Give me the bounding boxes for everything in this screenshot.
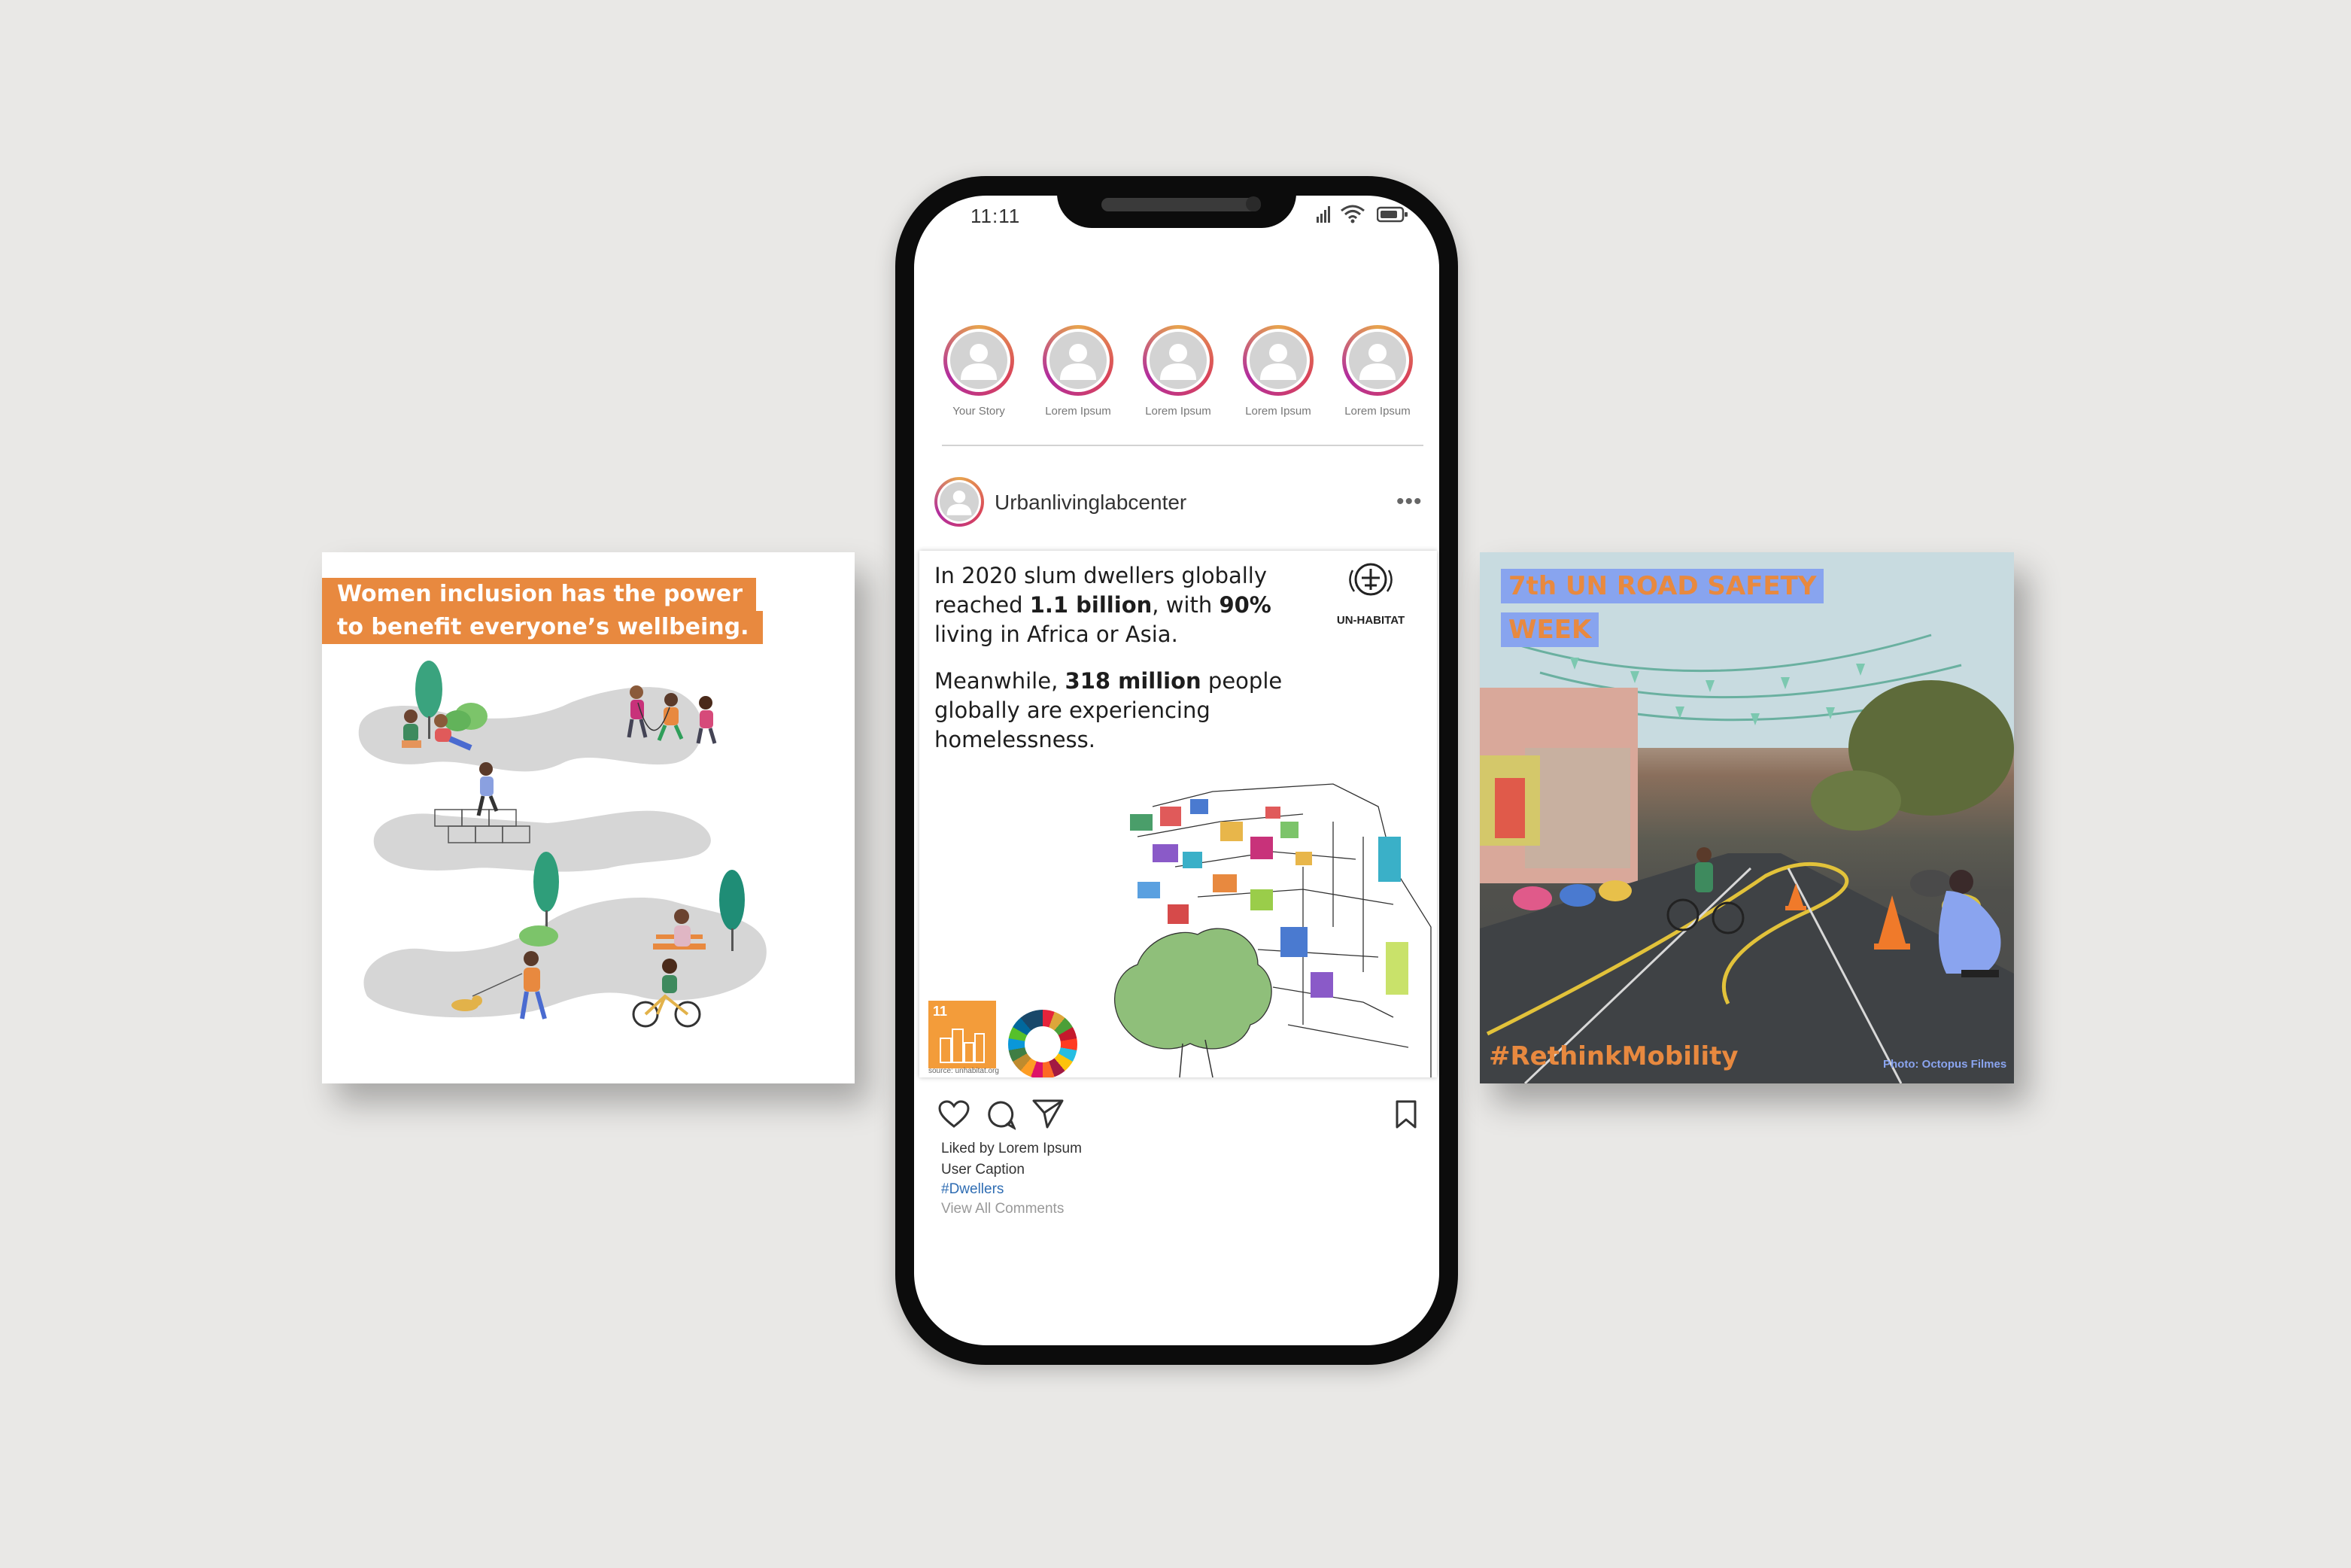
- post-username[interactable]: Urbanlivinglabcenter: [995, 491, 1186, 515]
- bookmark-icon[interactable]: [1395, 1100, 1417, 1129]
- avatar: [1349, 332, 1406, 389]
- tree-icon: [415, 661, 442, 718]
- road-safety-post-card[interactable]: 7th UN ROAD SAFETY WEEK #RethinkMobility…: [1480, 552, 2014, 1083]
- person-icon: [1359, 344, 1396, 380]
- story-label: Lorem Ipsum: [1344, 405, 1411, 418]
- comment-icon[interactable]: [986, 1100, 1016, 1130]
- road-safety-title-line-2: WEEK: [1501, 612, 1599, 647]
- signal-icon: [1317, 206, 1330, 223]
- story-label: Lorem Ipsum: [1045, 405, 1111, 418]
- avatar: [1049, 332, 1107, 389]
- story-item[interactable]: Lorem Ipsum: [1137, 325, 1220, 418]
- share-send-icon[interactable]: [1032, 1099, 1064, 1129]
- headline-line-2: to benefit everyone’s wellbeing.: [322, 611, 763, 644]
- speaker-grille: [1101, 198, 1261, 211]
- park-illustration: [358, 661, 767, 1028]
- user-caption: User Caption: [941, 1162, 1025, 1178]
- battery-icon: [1377, 206, 1408, 223]
- city-buildings-icon: [940, 1029, 985, 1063]
- person-icon: [961, 344, 997, 380]
- post-stat-text-1: In 2020 slum dwellers globally reached 1…: [934, 563, 1271, 647]
- road-safety-title-line-1: 7th UN ROAD SAFETY: [1501, 569, 1824, 603]
- stories-divider: [942, 445, 1423, 446]
- story-label: Lorem Ipsum: [1145, 405, 1211, 418]
- tree-icon: [719, 870, 745, 930]
- post-stat-text-2: Meanwhile, 318 million people globally a…: [934, 668, 1283, 752]
- avatar: [1250, 332, 1307, 389]
- liked-by-text[interactable]: Liked by Lorem Ipsum: [941, 1141, 1082, 1157]
- city-sketch-illustration: [1113, 783, 1432, 1077]
- sdg-number: 11: [933, 1004, 948, 1019]
- person-icon: [946, 490, 972, 515]
- headline-line-1: Women inclusion has the power: [322, 578, 756, 611]
- un-habitat-logo: [1349, 563, 1393, 596]
- story-item[interactable]: Lorem Ipsum: [1237, 325, 1320, 418]
- wifi-icon: [1341, 205, 1365, 223]
- person-icon: [1260, 344, 1296, 380]
- post-author-avatar[interactable]: [934, 477, 984, 527]
- hashtag-link[interactable]: #Dwellers: [941, 1181, 1004, 1198]
- story-item[interactable]: Lorem Ipsum: [1336, 325, 1419, 418]
- avatar: [950, 332, 1007, 389]
- un-habitat-label: UN-HABITAT: [1336, 614, 1405, 627]
- front-camera: [1246, 196, 1261, 211]
- story-item[interactable]: Lorem Ipsum: [1037, 325, 1119, 418]
- story-your-story[interactable]: Your Story: [937, 325, 1020, 418]
- photo-credit: Photo: Octopus Filmes: [1883, 1058, 2007, 1071]
- person-icon: [1160, 344, 1196, 380]
- sdg-wheel-icon: [1008, 1010, 1077, 1077]
- view-all-comments-link[interactable]: View All Comments: [941, 1201, 1064, 1217]
- rethink-mobility-hashtag: #RethinkMobility: [1489, 1041, 1739, 1071]
- post-image[interactable]: In 2020 slum dwellers globally reached 1…: [919, 551, 1437, 1077]
- tree-icon: [533, 852, 559, 912]
- source-label: source: unhabitat.org: [928, 1067, 999, 1075]
- person-icon: [1060, 344, 1096, 380]
- status-time: 11:11: [970, 205, 1021, 227]
- more-options-icon[interactable]: •••: [1396, 489, 1423, 515]
- avatar: [1150, 332, 1207, 389]
- story-label: Your Story: [952, 405, 1005, 418]
- sdg-11-tile: 11: [928, 1001, 996, 1068]
- women-inclusion-post-card[interactable]: Women inclusion has the power to benefit…: [322, 552, 855, 1083]
- story-label: Lorem Ipsum: [1245, 405, 1311, 418]
- like-heart-icon[interactable]: [938, 1100, 970, 1129]
